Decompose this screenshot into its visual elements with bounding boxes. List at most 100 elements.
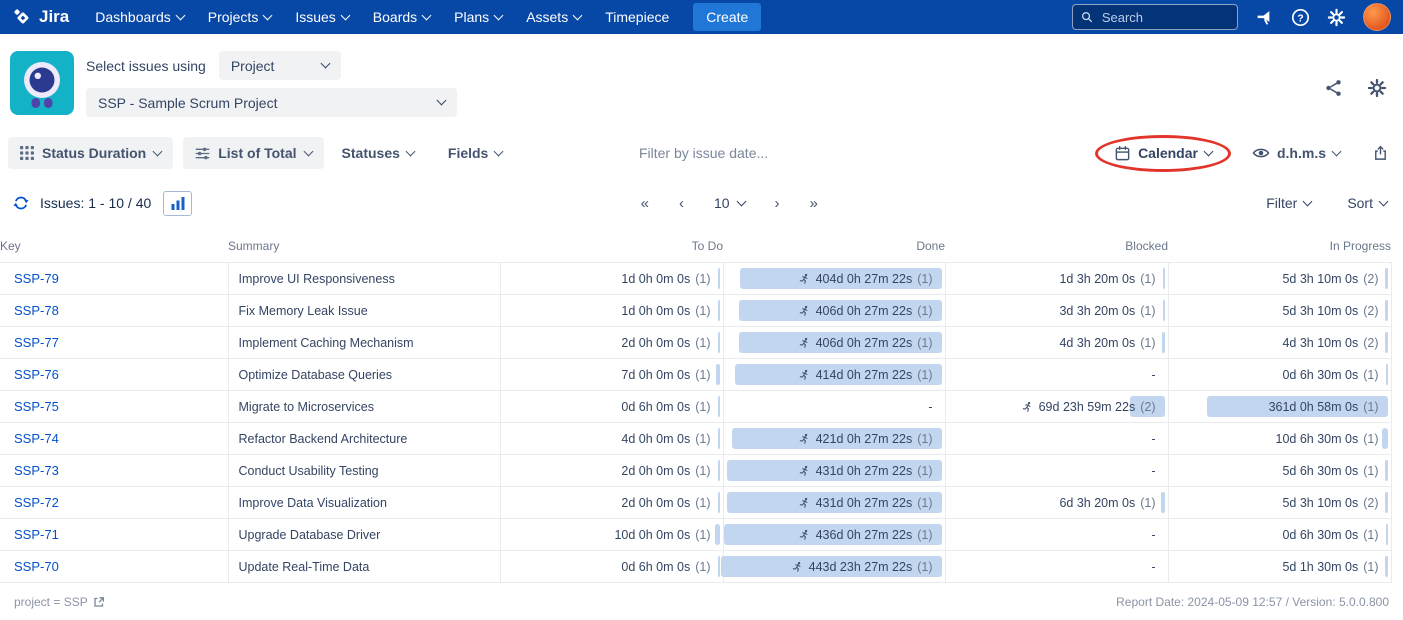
fields-label: Fields	[447, 145, 489, 161]
duration-cell: 4d 0h 0m 0s (1)	[500, 422, 724, 455]
issue-key-link[interactable]: SSP-78	[14, 303, 59, 318]
issue-key-link[interactable]: SSP-76	[14, 367, 59, 382]
duration-text: 0d 6h 30m 0s	[1282, 367, 1359, 382]
calendar-icon	[1115, 145, 1130, 160]
column-header-done[interactable]: Done	[723, 231, 945, 263]
nav-item-projects[interactable]: Projects	[208, 9, 273, 25]
runner-icon	[799, 369, 808, 380]
chevron-down-icon	[1203, 146, 1214, 156]
table-body: SSP-79 Improve UI Responsiveness 1d 0h 0m …	[0, 262, 1392, 583]
search-input[interactable]	[1099, 8, 1229, 26]
issue-key-link[interactable]: SSP-73	[14, 463, 59, 478]
admin-settings-button[interactable]	[1327, 8, 1346, 27]
next-page-button[interactable]: ›	[775, 195, 780, 212]
first-page-button[interactable]: «	[641, 195, 649, 212]
column-header-summary[interactable]: Summary	[228, 231, 500, 263]
issue-source-dropdown[interactable]: Project	[218, 51, 341, 80]
column-header-in-progress[interactable]: In Progress	[1168, 231, 1391, 263]
feedback-button[interactable]	[1255, 9, 1274, 26]
user-avatar[interactable]	[1363, 3, 1391, 31]
column-header-key[interactable]: Key	[0, 231, 228, 263]
duration-cell: 1d 3h 20m 0s (1)	[945, 262, 1169, 295]
duration-text: 5d 3h 10m 0s	[1282, 271, 1359, 286]
help-button[interactable]: ?	[1291, 8, 1310, 27]
jql-link[interactable]: project = SSP	[14, 595, 105, 609]
time-format-dropdown[interactable]: d.h.m.s	[1252, 144, 1342, 162]
app-logo	[10, 51, 74, 115]
sort-dropdown[interactable]: Sort	[1347, 195, 1389, 211]
share-button[interactable]	[1324, 78, 1344, 98]
global-search[interactable]	[1072, 4, 1238, 30]
status-count: (1)	[695, 271, 711, 286]
list-type-dropdown[interactable]: List of Total	[183, 137, 324, 169]
status-count: (1)	[1363, 399, 1379, 414]
issue-key-link[interactable]: SSP-77	[14, 335, 59, 350]
column-header-to-do[interactable]: To Do	[500, 231, 723, 263]
statuses-dropdown[interactable]: Statuses	[342, 145, 416, 161]
table-row: SSP-77 Implement Caching Mechanism 2d 0h 0…	[0, 326, 1392, 359]
refresh-button[interactable]	[12, 194, 30, 212]
issue-key-link[interactable]: SSP-74	[14, 431, 59, 446]
nav-item-assets[interactable]: Assets	[526, 9, 583, 25]
issue-source-value: Project	[230, 57, 275, 74]
status-count: (1)	[695, 303, 711, 318]
issue-summary: Conduct Usability Testing	[228, 454, 501, 487]
duration-value: 3d 3h 20m 0s (1)	[952, 303, 1155, 318]
column-header-blocked[interactable]: Blocked	[945, 231, 1168, 263]
prev-page-button[interactable]: ‹	[679, 195, 684, 212]
chart-view-button[interactable]	[163, 190, 193, 216]
issue-date-filter-input[interactable]	[636, 144, 791, 162]
status-count: (1)	[695, 399, 711, 414]
issue-key-link[interactable]: SSP-71	[14, 527, 59, 542]
issue-key-link[interactable]: SSP-75	[14, 399, 59, 414]
duration-cell: 406d 0h 27m 22s (1)	[723, 326, 946, 359]
chevron-down-icon	[320, 58, 331, 69]
duration-text: 3d 3h 20m 0s	[1059, 303, 1136, 318]
status-count: (1)	[1140, 495, 1156, 510]
nav-item-timepiece[interactable]: Timepiece	[605, 9, 669, 25]
search-icon	[1081, 12, 1092, 23]
chevron-down-icon	[493, 10, 504, 20]
nav-item-boards[interactable]: Boards	[373, 9, 432, 25]
duration-value: -	[952, 432, 1155, 446]
nav-item-dashboards[interactable]: Dashboards	[95, 9, 186, 25]
jira-home-link[interactable]: Jira	[12, 7, 69, 28]
chevron-down-icon	[421, 10, 432, 20]
report-settings-button[interactable]	[1367, 78, 1387, 98]
issue-key-link[interactable]: SSP-72	[14, 495, 59, 510]
duration-text: 406d 0h 27m 22s	[815, 303, 913, 318]
calendar-dropdown[interactable]: Calendar	[1095, 134, 1231, 172]
status-count: (1)	[917, 527, 933, 542]
chevron-down-icon	[572, 10, 583, 20]
table-row: SSP-72 Improve Data Visualization 2d 0h 0m…	[0, 486, 1392, 519]
create-button[interactable]: Create	[693, 3, 762, 31]
duration-value: 436d 0h 27m 22s (1)	[730, 528, 933, 542]
issue-key-link[interactable]: SSP-70	[14, 559, 59, 574]
nav-item-plans[interactable]: Plans	[454, 9, 504, 25]
duration-bar	[1384, 556, 1388, 577]
fields-dropdown[interactable]: Fields	[447, 145, 504, 161]
filter-dropdown[interactable]: Filter	[1266, 195, 1313, 211]
status-count: (1)	[695, 431, 711, 446]
duration-text: 436d 0h 27m 22s	[815, 527, 913, 542]
status-duration-table: Key Summary To Do Done Blocked In Progress SS…	[0, 231, 1392, 583]
duration-value: 5d 6h 30m 0s (1)	[1175, 464, 1378, 478]
report-type-dropdown[interactable]: Status Duration	[8, 137, 174, 169]
page-size-dropdown[interactable]: 10	[714, 195, 746, 211]
duration-cell: 443d 23h 27m 22s (1)	[720, 550, 946, 583]
runner-icon	[799, 337, 808, 348]
duration-cell: 2d 0h 0m 0s (1)	[500, 454, 724, 487]
project-dropdown[interactable]: SSP - Sample Scrum Project	[86, 88, 457, 117]
nav-item-issues[interactable]: Issues	[295, 9, 351, 25]
duration-bar	[717, 460, 720, 481]
duration-cell: 406d 0h 27m 22s (1)	[723, 294, 946, 327]
last-page-button[interactable]: »	[810, 195, 818, 212]
export-button[interactable]	[1372, 144, 1389, 162]
duration-text: 4d 3h 20m 0s	[1059, 335, 1136, 350]
duration-value: 431d 0h 27m 22s (1)	[730, 464, 933, 478]
duration-value: 5d 3h 10m 0s (2)	[1175, 304, 1378, 318]
status-count: (1)	[695, 495, 711, 510]
runner-icon	[799, 529, 808, 540]
duration-text: 443d 23h 27m 22s	[808, 559, 913, 574]
issue-key-link[interactable]: SSP-79	[14, 271, 59, 286]
